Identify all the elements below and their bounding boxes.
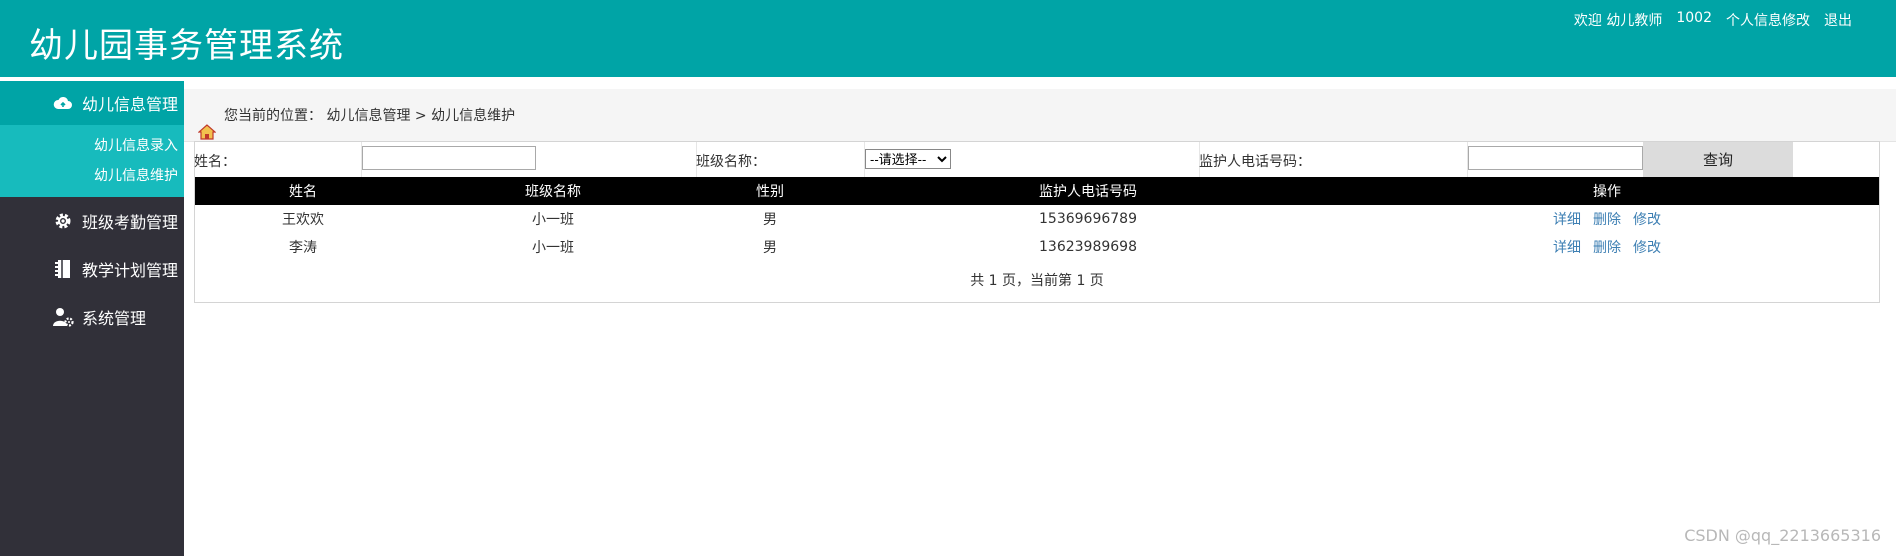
breadcrumb-path: 幼儿信息管理 > 幼儿信息维护: [326, 108, 516, 124]
sidebar-item-child-info[interactable]: 幼儿信息管理: [0, 81, 184, 125]
sidebar-item-label: 班级考勤管理: [82, 213, 179, 232]
name-input[interactable]: [362, 146, 536, 170]
sidebar-item-teaching-plan[interactable]: 教学计划管理: [0, 247, 184, 291]
class-select[interactable]: --请选择--: [865, 149, 951, 169]
top-nav: 欢迎 幼儿教师 1002 个人信息修改 退出: [1574, 10, 1852, 30]
cell-phone: 13623989698: [1039, 239, 1137, 255]
watermark: CSDN @qq_2213665316: [1684, 526, 1881, 545]
profile-edit-link[interactable]: 个人信息修改: [1726, 10, 1810, 30]
user-gear-icon: [52, 306, 74, 328]
breadcrumb-prefix: 您当前的位置：: [224, 108, 322, 124]
table-header: 姓名 班级名称 性别 监护人电话号码 操作: [195, 177, 1879, 205]
logout-link[interactable]: 退出: [1824, 10, 1852, 30]
class-label: 班级名称：: [696, 154, 766, 170]
query-button[interactable]: 查询: [1643, 142, 1793, 177]
notebook-icon: [52, 258, 74, 280]
phone-input[interactable]: [1468, 146, 1643, 170]
user-id: 1002: [1676, 10, 1712, 26]
detail-link[interactable]: 详细: [1553, 209, 1581, 229]
cloud-icon: [52, 92, 74, 114]
sidebar-item-label: 系统管理: [82, 309, 147, 328]
breadcrumb: 您当前的位置： 幼儿信息管理 > 幼儿信息维护: [224, 105, 515, 125]
welcome-text: 欢迎 幼儿教师: [1573, 13, 1663, 29]
edit-link[interactable]: 修改: [1633, 237, 1661, 257]
submenu-item-child-entry[interactable]: 幼儿信息录入: [94, 135, 178, 155]
cell-name: 王欢欢: [282, 212, 324, 228]
phone-label: 监护人电话号码：: [1199, 154, 1311, 170]
header-name: 姓名: [289, 184, 317, 200]
table-row: 王欢欢 小一班 男 15369696789 详细 删除 修改: [195, 205, 1879, 233]
edit-link[interactable]: 修改: [1633, 209, 1661, 229]
cell-class: 小一班: [532, 212, 574, 228]
sidebar-item-label: 教学计划管理: [82, 261, 179, 280]
name-label: 姓名：: [194, 154, 236, 170]
header-gender: 性别: [756, 184, 784, 200]
cell-name: 李涛: [289, 240, 317, 256]
detail-link[interactable]: 详细: [1553, 237, 1581, 257]
header-class: 班级名称: [525, 184, 581, 200]
gear-icon: [52, 210, 74, 232]
delete-link[interactable]: 删除: [1593, 237, 1621, 257]
cell-phone: 15369696789: [1039, 211, 1137, 227]
submenu: 幼儿信息录入 幼儿信息维护: [0, 125, 184, 197]
sidebar-item-attendance[interactable]: 班级考勤管理: [0, 199, 184, 243]
sidebar: 幼儿信息管理 幼儿信息录入 幼儿信息维护 班级考勤管理 教学计划管理 系统管理: [0, 81, 184, 556]
app-header: 幼儿园事务管理系统 欢迎 幼儿教师 1002 个人信息修改 退出: [0, 0, 1896, 77]
delete-link[interactable]: 删除: [1593, 209, 1621, 229]
cell-gender: 男: [763, 240, 777, 256]
sidebar-item-label: 幼儿信息管理: [82, 95, 179, 114]
cell-gender: 男: [763, 212, 777, 228]
pagination-text: 共 1 页，当前第 1 页: [970, 273, 1104, 289]
app-title: 幼儿园事务管理系统: [29, 26, 344, 66]
cell-class: 小一班: [532, 240, 574, 256]
search-form: 姓名： 班级名称： --请选择-- 监护人电话号码： 查询: [194, 142, 1878, 177]
sidebar-item-system[interactable]: 系统管理: [0, 295, 184, 339]
table-row: 李涛 小一班 男 13623989698 详细 删除 修改: [195, 233, 1879, 261]
header-phone: 监护人电话号码: [1039, 184, 1137, 200]
header-actions: 操作: [1593, 184, 1621, 200]
submenu-item-child-maintain[interactable]: 幼儿信息维护: [94, 165, 178, 185]
